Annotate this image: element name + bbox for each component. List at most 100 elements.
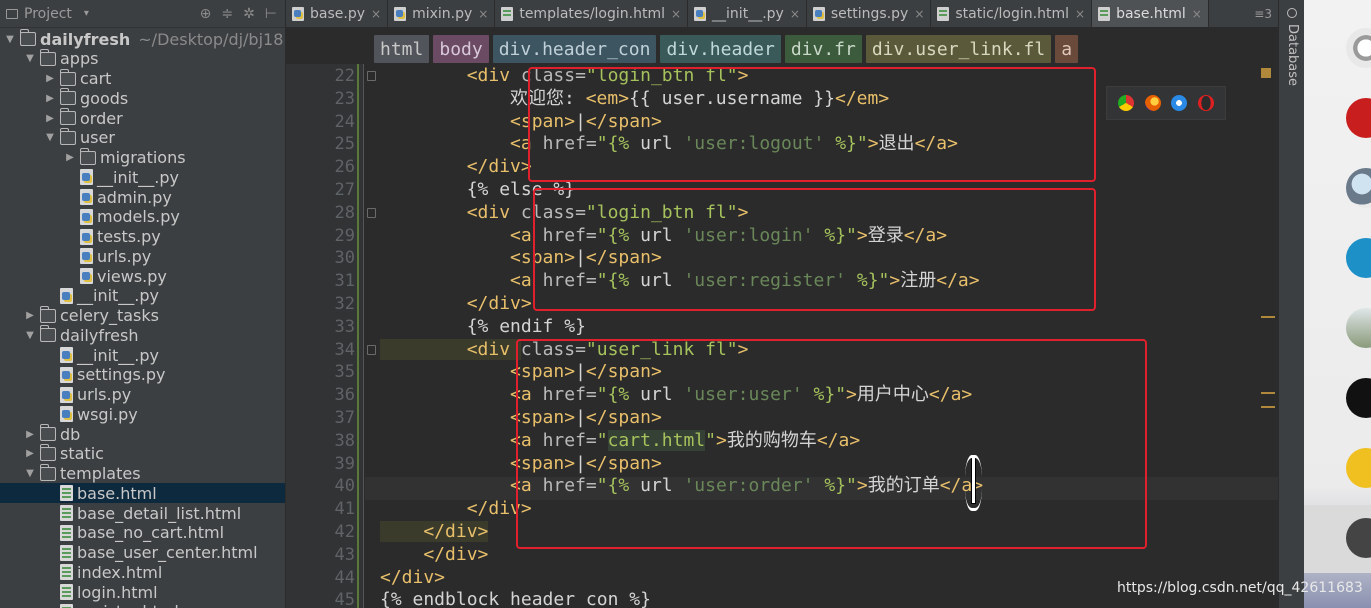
editor-tab[interactable]: base.html × [1092,0,1209,27]
chevron-down-icon[interactable]: ▾ [84,8,89,19]
editor-tab[interactable]: mixin.py × [388,0,496,27]
tree-file[interactable]: wsgi.py [0,404,285,424]
expand-arrow-icon[interactable]: ▼ [24,468,36,479]
expand-arrow-icon[interactable]: ▼ [24,330,36,341]
code-line[interactable]: </div> [380,543,488,566]
code-line[interactable]: <a href="{% url 'user:logout' %}">退出</a> [380,132,958,155]
dock-app-icon[interactable] [1346,98,1371,138]
code-line[interactable]: </div> [380,566,445,589]
dock-app-icon[interactable] [1346,28,1371,68]
firefox-icon[interactable] [1144,95,1161,111]
tree-folder[interactable]: ▶ celery_tasks [0,305,285,326]
close-icon[interactable]: × [790,7,800,21]
close-icon[interactable]: × [1075,7,1085,21]
editor-tab[interactable]: settings.py × [807,0,932,27]
tree-file[interactable]: settings.py [0,365,285,385]
close-icon[interactable]: × [1192,7,1202,21]
tree-file[interactable]: index.html [0,562,285,582]
tab-overflow-button[interactable]: ≡3 [1248,0,1278,27]
tree-folder[interactable]: ▼ apps [0,48,285,69]
tree-file[interactable]: __init__.py [0,167,285,187]
collapse-arrow-icon[interactable]: ▶ [24,448,36,459]
editor-tab[interactable]: templates/login.html × [495,0,689,27]
tree-folder[interactable]: ▼ dailyfresh ~/Desktop/dj/bj18 [0,29,285,49]
tree-folder[interactable]: ▼ templates [0,463,285,484]
tree-file[interactable]: views.py [0,266,285,286]
tree-folder[interactable]: ▼ dailyfresh [0,325,285,345]
code-line[interactable]: <a href="cart.html">我的购物车</a> [380,429,860,452]
database-toolwindow-strip[interactable]: Database [1278,0,1304,608]
close-icon[interactable]: × [671,7,681,21]
code-line[interactable]: {% endblock header_con %} [380,588,651,608]
tree-file[interactable]: __init__.py [0,345,285,365]
tree-file[interactable]: base.html [0,483,285,504]
code-line[interactable]: <span>|</span> [380,246,662,269]
warning-indicator-icon[interactable] [1261,68,1271,78]
code-line[interactable]: <div class="user_link fl"> [380,338,748,361]
code-line[interactable]: {% endif %} [380,315,586,338]
chrome-icon[interactable] [1118,95,1135,111]
scroll-marker[interactable] [1261,392,1275,394]
tree-folder[interactable]: ▶ static [0,443,285,464]
code-line[interactable]: <span>|</span> [380,110,662,133]
collapse-arrow-icon[interactable]: ▶ [24,429,36,440]
tree-file[interactable]: base_no_cart.html [0,523,285,543]
collapse-arrow-icon[interactable]: ▶ [44,113,56,124]
close-icon[interactable]: × [914,7,924,21]
scroll-marker[interactable] [1261,316,1275,318]
editor-tab[interactable]: base.py × [286,0,389,27]
editor-tab[interactable]: static/login.html × [931,0,1093,27]
code-line[interactable]: <span>|</span> [380,452,662,475]
collapse-arrow-icon[interactable]: ▶ [64,152,76,163]
tree-file[interactable]: base_user_center.html [0,543,285,563]
fold-toggle-icon[interactable] [367,344,376,355]
code-line[interactable]: </div> [380,497,532,520]
tree-file[interactable]: login.html [0,582,285,602]
code-line[interactable]: 欢迎您: <em>{{ user.username }}</em> [380,87,889,110]
tree-folder[interactable]: ▶ order [0,108,285,128]
code-line[interactable]: </div> [380,520,489,543]
dock-app-icon[interactable] [1346,308,1371,348]
collapse-all-icon[interactable]: ≑ [221,6,233,22]
tree-file[interactable]: admin.py [0,187,285,207]
scroll-from-source-icon[interactable]: ⊕ [200,6,212,22]
code-line[interactable]: <span>|</span> [380,406,662,429]
dock-app-icon[interactable] [1346,168,1371,208]
expand-arrow-icon[interactable]: ▼ [4,34,16,45]
fold-toggle-icon[interactable] [367,207,376,218]
tree-folder[interactable]: ▶ cart [0,68,285,89]
dock-app-icon[interactable] [1346,448,1371,488]
tree-folder[interactable]: ▶ goods [0,88,285,108]
expand-arrow-icon[interactable]: ▼ [24,53,36,64]
code-line[interactable]: <a href="{% url 'user:user' %}">用户中心</a> [380,383,972,406]
code-line[interactable]: </div> [380,155,532,178]
code-editor[interactable]: 22 23 24 25 26 27 28 29 30 31 32 33 34 35 36 37 38 39 40 41… [286,64,1278,608]
editor-tab[interactable]: __init__.py × [688,0,807,27]
opera-icon[interactable] [1197,95,1214,111]
code-line[interactable]: <div class="login_btn fl"> [380,64,749,87]
breadcrumb-item[interactable]: body [433,35,489,63]
scroll-marker[interactable] [1261,406,1275,408]
breadcrumb-item[interactable]: div.header [660,35,781,63]
tree-folder[interactable]: ▶ migrations [0,147,285,168]
breadcrumb-item[interactable]: a [1055,35,1079,63]
tree-file[interactable]: models.py [0,207,285,227]
code-line[interactable]: <a href="{% url 'user:order' %}">我的订单</a… [380,474,983,497]
tree-file[interactable]: base_detail_list.html [0,503,285,523]
dock-app-icon[interactable] [1346,378,1371,418]
tree-file[interactable]: urls.py [0,246,285,266]
tree-file[interactable]: urls.py [0,385,285,405]
dock-app-icon[interactable] [1346,238,1371,278]
tree-file[interactable]: __init__.py [0,286,285,306]
breadcrumb-item[interactable]: div.user_link.fl [865,35,1052,63]
tree-folder[interactable]: ▶ db [0,424,285,444]
code-line[interactable]: </div> [380,292,532,315]
code-line[interactable]: <a href="{% url 'user:register' %}">注册</… [380,269,980,292]
hide-panel-icon[interactable]: ⊢ [265,6,277,22]
collapse-arrow-icon[interactable]: ▶ [24,310,36,321]
close-icon[interactable]: × [371,7,381,21]
tree-folder[interactable]: ▼ user [0,127,285,148]
breadcrumb-item[interactable]: html [374,35,430,63]
tree-file[interactable]: tests.py [0,227,285,247]
safari-icon[interactable] [1171,95,1188,111]
